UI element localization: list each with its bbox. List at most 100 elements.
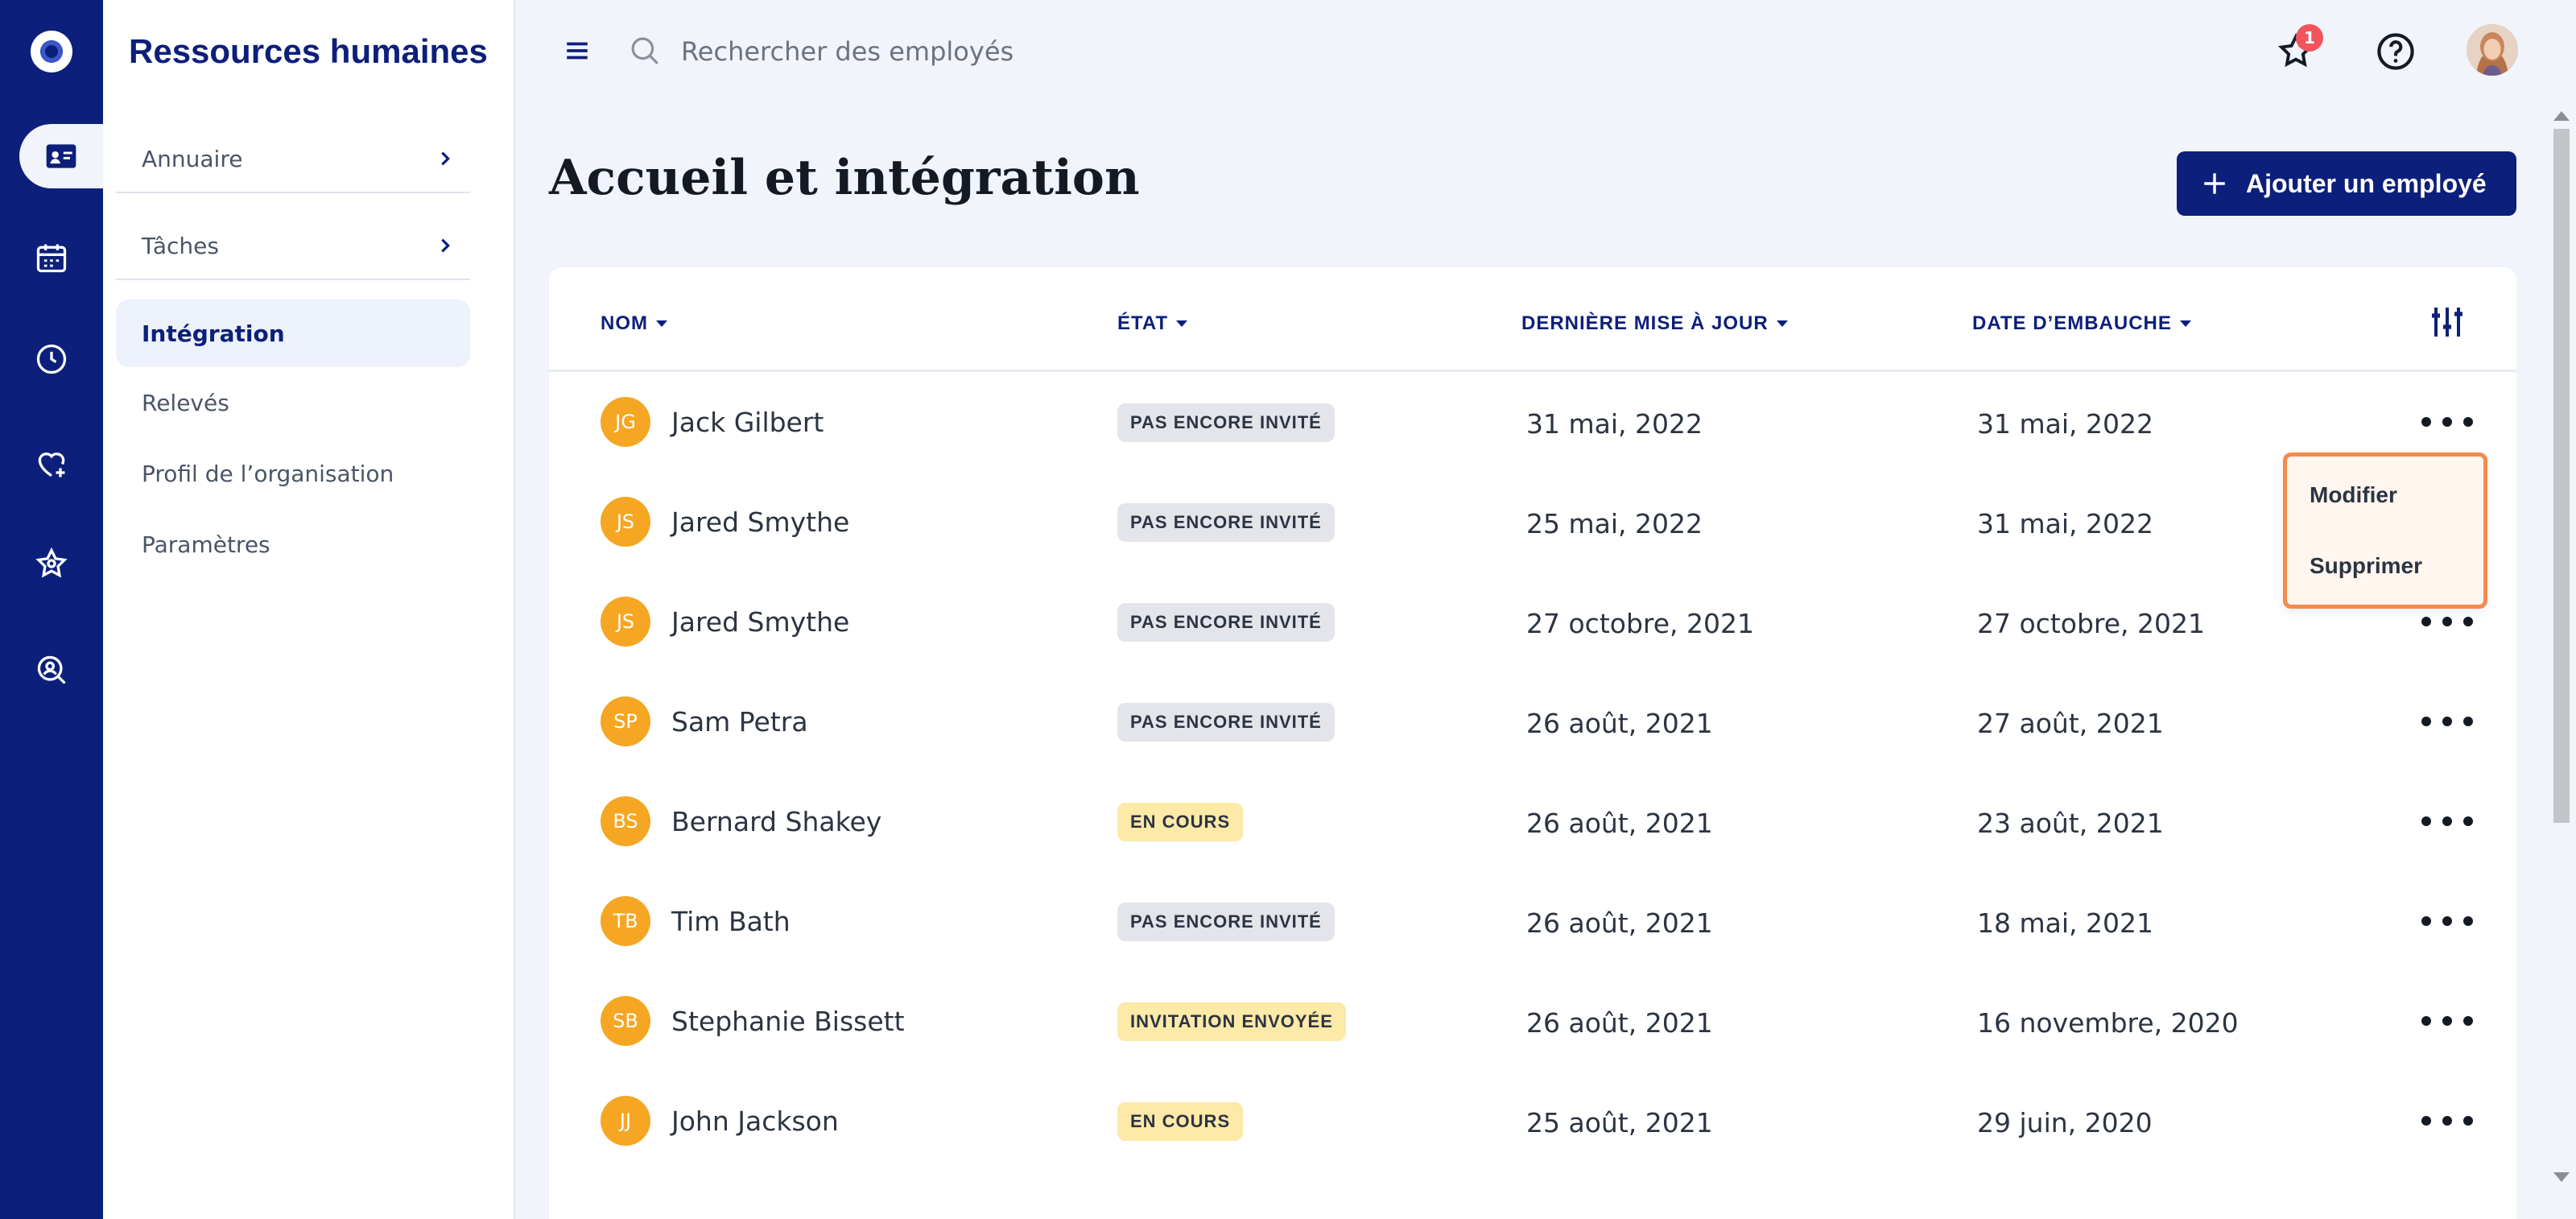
sort-caret-icon [656, 320, 667, 327]
table-row[interactable]: JS Jared Smythe PAS ENCORE INVITÉ 25 mai, 2… [549, 473, 2516, 572]
calendar-icon[interactable] [0, 225, 103, 290]
search-icon [631, 37, 658, 64]
more-actions-icon[interactable] [2421, 1107, 2473, 1134]
employee-initials-avatar: TB [601, 896, 650, 946]
menu-item-modifier[interactable]: Modifier [2310, 482, 2397, 508]
employee-initials-avatar: JS [601, 597, 650, 647]
clock-icon[interactable] [0, 327, 103, 391]
table-row[interactable]: TB Tim Bath PAS ENCORE INVITÉ 26 août, 2021… [549, 872, 2516, 972]
more-actions-icon[interactable] [2421, 1007, 2473, 1035]
scroll-up-arrow-icon[interactable] [2553, 111, 2570, 121]
column-header-label: NOM [601, 312, 648, 334]
subnav-item-label: Tâches [142, 232, 219, 259]
employee-name[interactable]: Jared Smythe [671, 606, 849, 638]
hire-date: 23 août, 2021 [1977, 808, 2164, 839]
last-updated-date: 26 août, 2021 [1526, 907, 1713, 939]
hire-date: 27 octobre, 2021 [1977, 608, 2205, 639]
page-title: Accueil et intégration [549, 150, 1140, 206]
employee-name[interactable]: Jack Gilbert [671, 407, 824, 438]
hire-date: 16 novembre, 2020 [1977, 1007, 2239, 1039]
employee-table: NOM ÉTAT DERNIÈRE MISE À JOUR DATE D’EMB… [549, 267, 2516, 1219]
column-settings-icon[interactable] [2428, 303, 2467, 341]
subnav-item-integration[interactable]: Intégration [116, 300, 470, 367]
sort-caret-icon [1176, 320, 1188, 327]
table-row[interactable]: SP Sam Petra PAS ENCORE INVITÉ 26 août, 202… [549, 672, 2516, 772]
heart-plus-icon[interactable] [0, 432, 103, 496]
sort-caret-icon [1776, 320, 1788, 327]
employee-initials-avatar: BS [601, 796, 650, 846]
employee-initials-avatar: SB [601, 996, 650, 1046]
table-row[interactable]: SB Stephanie Bissett INVITATION ENVOYÉE 26 … [549, 972, 2516, 1072]
subnav-item-label: Profil de l’organisation [142, 460, 394, 487]
employee-name[interactable]: Sam Petra [671, 706, 808, 738]
star-icon[interactable] [0, 531, 103, 596]
table-row[interactable]: JS Jared Smythe PAS ENCORE INVITÉ 27 octobr… [549, 572, 2516, 672]
subnav-item-annuaire[interactable]: Annuaire [116, 126, 470, 193]
last-updated-date: 25 mai, 2022 [1526, 508, 1703, 539]
menu-item-supprimer[interactable]: Supprimer [2310, 553, 2422, 579]
section-title: Ressources humaines [129, 32, 488, 70]
subnav-item-profil-organisation[interactable]: Profil de l’organisation [116, 440, 470, 507]
more-actions-icon[interactable] [2421, 608, 2473, 635]
user-avatar[interactable] [2467, 24, 2518, 76]
more-actions-icon[interactable] [2421, 708, 2473, 735]
chevron-right-icon [441, 238, 450, 253]
sort-caret-icon [2179, 320, 2191, 327]
plus-icon [2204, 173, 2225, 194]
column-header-hired[interactable]: DATE D’EMBAUCHE [1972, 312, 2191, 335]
last-updated-date: 26 août, 2021 [1526, 708, 1713, 739]
employee-initials-avatar: SP [601, 696, 650, 746]
employee-name[interactable]: Jared Smythe [671, 506, 849, 538]
employee-name[interactable]: John Jackson [671, 1105, 839, 1137]
subnav-item-taches[interactable]: Tâches [116, 213, 470, 280]
chevron-right-icon [441, 151, 450, 166]
table-row[interactable]: JJ John Jackson EN COURS 25 août, 2021 29 ju… [549, 1072, 2516, 1171]
contact-card-icon[interactable] [19, 124, 103, 188]
status-badge: EN COURS [1117, 803, 1244, 841]
table-row[interactable]: JG Jack Gilbert PAS ENCORE INVITÉ 31 mai, 2… [549, 373, 2516, 473]
last-updated-date: 27 octobre, 2021 [1526, 608, 1754, 639]
scrollbar-thumb[interactable] [2553, 129, 2570, 823]
row-action-menu: Modifier Supprimer [2283, 452, 2487, 609]
hire-date: 18 mai, 2021 [1977, 907, 2153, 939]
column-header-updated[interactable]: DERNIÈRE MISE À JOUR [1521, 312, 1788, 335]
last-updated-date: 25 août, 2021 [1526, 1107, 1713, 1138]
employee-initials-avatar: JJ [601, 1096, 650, 1146]
status-badge: PAS ENCORE INVITÉ [1117, 503, 1335, 542]
hire-date: 27 août, 2021 [1977, 708, 2164, 739]
employee-name[interactable]: Bernard Shakey [671, 806, 881, 837]
icon-rail [0, 0, 103, 1219]
status-badge: INVITATION ENVOYÉE [1117, 1002, 1346, 1041]
employee-name[interactable]: Stephanie Bissett [671, 1006, 905, 1037]
column-header-status[interactable]: ÉTAT [1117, 312, 1188, 335]
subnav-item-label: Annuaire [142, 145, 243, 172]
add-employee-button[interactable]: Ajouter un employé [2177, 151, 2516, 216]
more-actions-icon[interactable] [2421, 808, 2473, 835]
more-actions-icon[interactable] [2421, 907, 2473, 935]
column-header-label: DATE D’EMBAUCHE [1972, 312, 2172, 334]
subnav-item-label: Intégration [142, 320, 285, 347]
more-actions-icon[interactable] [2421, 408, 2473, 436]
help-icon[interactable] [2375, 31, 2417, 72]
scroll-down-arrow-icon[interactable] [2553, 1172, 2570, 1182]
table-header: NOM ÉTAT DERNIÈRE MISE À JOUR DATE D’EMB… [549, 267, 2516, 372]
subnav-item-parametres[interactable]: Paramètres [116, 510, 470, 578]
status-badge: EN COURS [1117, 1102, 1244, 1141]
hamburger-menu-icon[interactable] [564, 37, 591, 64]
subnav-item-releves[interactable]: Relevés [116, 369, 470, 436]
table-row[interactable]: BS Bernard Shakey EN COURS 26 août, 2021 23 … [549, 772, 2516, 872]
last-updated-date: 26 août, 2021 [1526, 1007, 1713, 1039]
column-header-label: ÉTAT [1117, 312, 1169, 334]
employee-name[interactable]: Tim Bath [671, 906, 791, 937]
column-header-name[interactable]: NOM [601, 312, 667, 335]
subnav-item-label: Relevés [142, 389, 229, 416]
section-sidebar: Ressources humaines Annuaire Tâches Inté… [103, 0, 515, 1219]
hire-date: 31 mai, 2022 [1977, 408, 2153, 440]
status-badge: PAS ENCORE INVITÉ [1117, 703, 1335, 742]
logo-icon[interactable] [31, 31, 72, 72]
search-person-icon[interactable] [0, 638, 103, 702]
last-updated-date: 26 août, 2021 [1526, 808, 1713, 839]
hire-date: 29 juin, 2020 [1977, 1107, 2153, 1138]
search-input[interactable] [681, 27, 1406, 76]
add-employee-label: Ajouter un employé [2246, 168, 2487, 198]
